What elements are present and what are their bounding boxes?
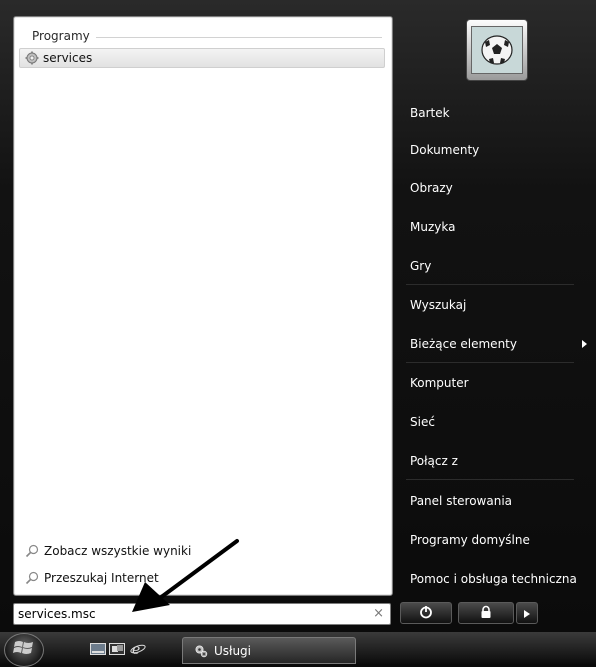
right-item-connect-to[interactable]: Połącz z — [410, 451, 458, 471]
right-item-label: Wyszukaj — [410, 298, 467, 312]
group-header-programs: Programy — [32, 28, 382, 44]
right-item-pictures[interactable]: Obrazy — [410, 178, 453, 198]
right-item-computer[interactable]: Komputer — [410, 373, 469, 393]
right-item-label: Panel sterowania — [410, 494, 512, 508]
group-header-label: Programy — [32, 29, 90, 43]
right-item-music[interactable]: Muzyka — [410, 217, 455, 237]
start-search-input[interactable] — [14, 605, 358, 623]
right-item-label: Obrazy — [410, 181, 453, 195]
right-item-label: Bartek — [410, 106, 450, 120]
group-divider — [95, 36, 382, 38]
start-orb[interactable] — [4, 633, 44, 667]
taskbar-button-label: Usługi — [214, 643, 252, 658]
search-icon — [24, 570, 40, 586]
shutdown-options-button[interactable] — [516, 602, 538, 624]
start-menu: Programy services Zobacz wszystkie wynik… — [0, 0, 596, 632]
power-controls — [400, 602, 538, 624]
search-internet-link[interactable]: Przeszukaj Internet — [24, 569, 159, 587]
power-icon — [419, 604, 433, 623]
right-item-label: Pomoc i obsługa techniczna — [410, 572, 577, 586]
lock-button[interactable] — [458, 602, 514, 624]
show-desktop-icon[interactable] — [90, 642, 106, 656]
see-all-results-label: Zobacz wszystkie wyniki — [44, 544, 192, 558]
switch-windows-icon[interactable] — [109, 642, 125, 656]
right-separator — [406, 362, 574, 363]
right-item-label: Gry — [410, 259, 432, 273]
arrow-right-icon — [523, 604, 531, 623]
search-icon — [24, 543, 40, 559]
right-item-label: Bieżące elementy — [410, 337, 517, 351]
internet-explorer-icon[interactable]: e — [130, 642, 146, 657]
right-item-search[interactable]: Wyszukaj — [410, 295, 466, 315]
right-item-user[interactable]: Bartek — [410, 103, 450, 123]
result-label: services — [43, 51, 93, 65]
right-item-documents[interactable]: Dokumenty — [410, 140, 479, 160]
lock-icon — [479, 604, 493, 623]
start-search-box[interactable]: × — [13, 603, 391, 625]
right-separator — [406, 284, 574, 285]
gear-icon — [193, 643, 209, 659]
right-item-network[interactable]: Sieć — [410, 412, 435, 432]
right-item-control-panel[interactable]: Panel sterowania — [410, 491, 512, 511]
result-item-services[interactable]: services — [19, 48, 385, 68]
right-item-help-support[interactable]: Pomoc i obsługa techniczna — [410, 569, 577, 589]
taskbar: e Usługi — [0, 632, 596, 667]
right-item-default-programs[interactable]: Programy domyślne — [410, 530, 530, 550]
right-item-recent-items[interactable]: Bieżące elementy — [410, 334, 517, 354]
right-item-label: Połącz z — [410, 454, 458, 468]
see-all-results-link[interactable]: Zobacz wszystkie wyniki — [24, 542, 191, 560]
power-button[interactable] — [400, 602, 452, 624]
soccer-ball-avatar-icon — [471, 26, 523, 74]
right-item-games[interactable]: Gry — [410, 256, 431, 276]
search-internet-label: Przeszukaj Internet — [44, 571, 159, 585]
right-item-label: Programy domyślne — [410, 533, 530, 547]
windows-logo-icon — [13, 638, 35, 662]
right-item-label: Komputer — [410, 376, 469, 390]
clear-search-icon[interactable]: × — [373, 606, 384, 621]
right-item-label: Dokumenty — [410, 143, 480, 157]
submenu-arrow-icon — [582, 340, 587, 348]
taskbar-button-services[interactable]: Usługi — [182, 637, 356, 664]
right-item-label: Sieć — [410, 415, 435, 429]
user-picture[interactable] — [466, 19, 528, 81]
right-separator — [406, 479, 574, 480]
search-results-pane: Programy services Zobacz wszystkie wynik… — [13, 16, 393, 596]
right-item-label: Muzyka — [410, 220, 456, 234]
svg-text:e: e — [132, 642, 140, 657]
gear-icon — [24, 50, 40, 66]
